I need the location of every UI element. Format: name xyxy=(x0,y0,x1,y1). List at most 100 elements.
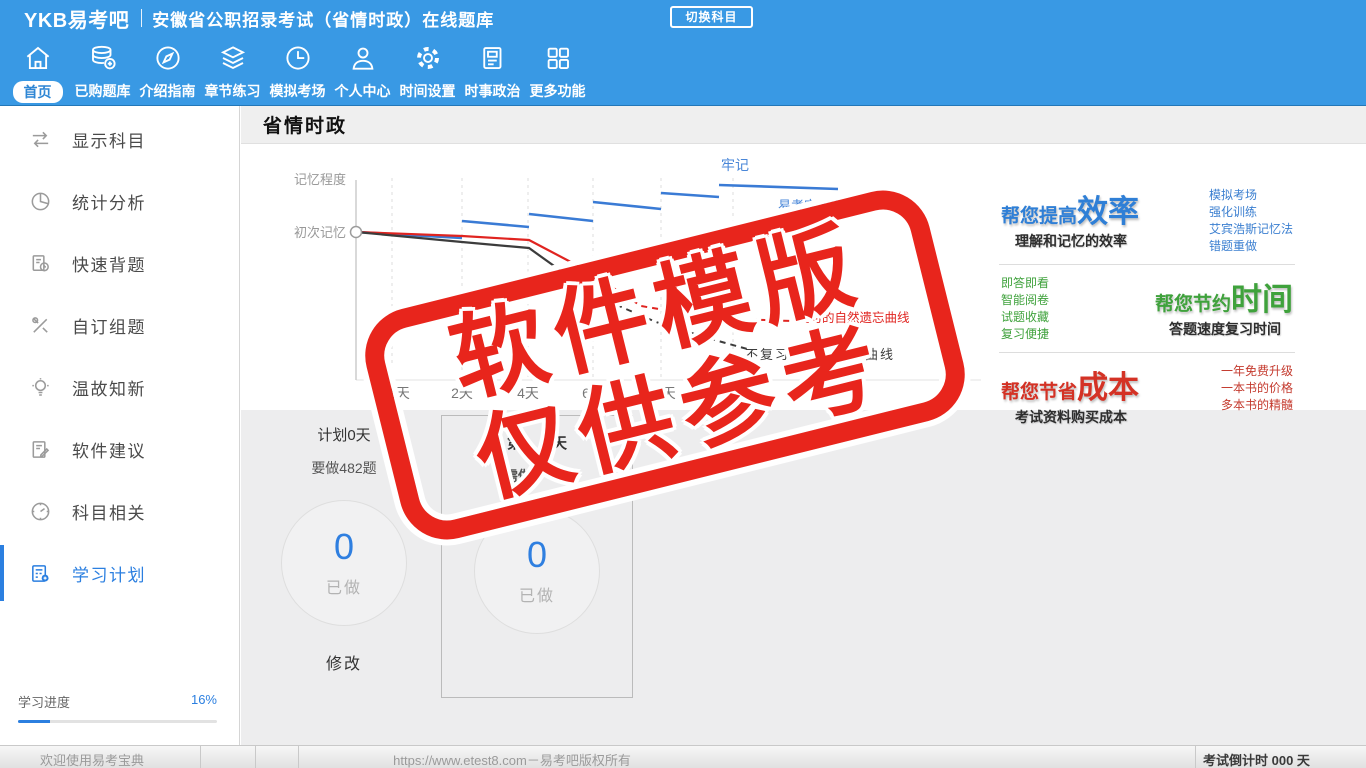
promo-divider xyxy=(999,352,1295,353)
sidebar-item-quick-memorize[interactable]: 快速背题 xyxy=(0,232,239,294)
promo-headline: 帮您节约时间 答题速度复习时间 xyxy=(1155,274,1293,339)
sidebar-item-label: 统计分析 xyxy=(72,189,146,214)
sidebar-item-show-subjects[interactable]: 显示科目 xyxy=(0,108,239,170)
toolbar-item-mock-exam[interactable]: 模拟考场 xyxy=(265,40,330,103)
main-toolbar: 首页 已购题库 介绍指南 章节练习 模拟考场 个人中心 xyxy=(5,40,590,103)
sidebar-item-custom-sets[interactable]: 自订组题 xyxy=(0,294,239,356)
toolbar-item-label: 已购题库 xyxy=(75,81,131,101)
progress-value: 16% xyxy=(191,692,217,711)
swap-icon xyxy=(28,127,52,151)
plan-icon xyxy=(28,561,52,585)
plan-total-questions: 要做482题 xyxy=(256,458,432,478)
promo-row-efficiency: 帮您提高效率 理解和记忆的效率 模拟考场 强化训练 艾宾浩斯记忆法 错题重做 xyxy=(997,184,1297,257)
clock-icon xyxy=(283,40,313,76)
bulb-icon xyxy=(28,375,52,399)
start-point-marker xyxy=(351,227,362,238)
toolbar-item-home[interactable]: 首页 xyxy=(5,40,70,103)
switch-subject-button[interactable]: 切换科目 xyxy=(670,6,753,28)
compass-icon xyxy=(153,40,183,76)
plan-summary-panel: 计划0天 要做482题 0 已做 修改 xyxy=(256,410,432,674)
x-tick-label: 2天 xyxy=(451,385,473,401)
sidebar-item-statistics[interactable]: 统计分析 xyxy=(0,170,239,232)
promo-feature-list: 即答即看 智能阅卷 试题收藏 复习便捷 xyxy=(1001,274,1049,343)
x-tick-label: 12天 xyxy=(646,385,676,401)
toolbar-item-time-settings[interactable]: 时间设置 xyxy=(395,40,460,103)
toolbar-item-label: 介绍指南 xyxy=(140,81,196,101)
day-suffix: 天 xyxy=(552,435,567,452)
sidebar-item-label: 快速背题 xyxy=(72,251,146,276)
review-method-line xyxy=(661,193,719,197)
toolbar-item-profile[interactable]: 个人中心 xyxy=(330,40,395,103)
done-count: 0 xyxy=(527,536,547,574)
x-tick-label: 6天 xyxy=(582,385,604,401)
today-day-title: 第天 xyxy=(442,416,632,453)
sidebar-item-review-old[interactable]: 温故知新 xyxy=(0,356,239,418)
first-memory-label: 初次记忆 xyxy=(294,225,346,240)
promo-subtitle: 理解和记忆的效率 xyxy=(1001,231,1139,251)
promo-headline-prefix: 帮您节约 xyxy=(1155,294,1231,315)
promo-subtitle: 答题速度复习时间 xyxy=(1155,319,1293,339)
review-method-line xyxy=(462,221,529,227)
statusbar-divider xyxy=(255,746,256,768)
promo-feature: 艾宾浩斯记忆法 xyxy=(1209,221,1293,238)
toolbar-item-label: 章节练习 xyxy=(205,81,261,101)
progress-bar xyxy=(18,720,217,723)
promo-panel: 帮您提高效率 理解和记忆的效率 模拟考场 强化训练 艾宾浩斯记忆法 错题重做 即… xyxy=(997,184,1297,429)
app-logo: YKB易考吧 xyxy=(24,4,129,33)
logo-separator xyxy=(141,9,142,27)
x-tick-label: 31天 xyxy=(718,385,748,401)
exam-countdown: 考试倒计时 000 天 xyxy=(1203,750,1310,768)
promo-headline-big: 成本 xyxy=(1077,370,1139,405)
home-icon xyxy=(23,40,53,76)
sidebar-item-software-feedback[interactable]: 软件建议 xyxy=(0,418,239,480)
sidebar-item-label: 自订组题 xyxy=(72,313,146,338)
news-icon xyxy=(478,40,508,76)
sidebar-item-subject-related[interactable]: 科目相关 xyxy=(0,480,239,542)
statusbar-divider xyxy=(1195,746,1196,768)
promo-divider xyxy=(999,264,1295,265)
tools-icon xyxy=(28,313,52,337)
promo-headline: 帮您提高效率 理解和记忆的效率 xyxy=(1001,186,1139,251)
promo-feature: 一本书的价格 xyxy=(1221,380,1293,397)
promo-feature: 模拟考场 xyxy=(1209,187,1293,204)
review-method-line xyxy=(529,214,593,221)
feedback-icon xyxy=(28,437,52,461)
toolbar-item-current-affairs[interactable]: 时事政治 xyxy=(460,40,525,103)
x-tick-label: 第1天 xyxy=(374,385,410,401)
promo-headline-prefix: 帮您节省 xyxy=(1001,382,1077,403)
promo-feature: 复习便捷 xyxy=(1001,326,1049,343)
toolbar-item-label: 模拟考场 xyxy=(270,81,326,101)
sidebar-item-study-plan[interactable]: 学习计划 xyxy=(0,542,239,604)
statusbar-welcome: 欢迎使用易考宝典 xyxy=(40,750,144,768)
subject-title: 省情时政 xyxy=(263,111,347,138)
top-bar: YKB易考吧 安徽省公职招录考试（省情时政）在线题库 切换科目 xyxy=(0,0,1366,36)
progress-label: 学习进度 xyxy=(18,692,70,711)
memory-curve-section: 第1天2天4天6天12天31天记忆程度初次记忆牢记易考宝典复习法复习的自然遗忘曲… xyxy=(241,144,1366,410)
toolbar-item-label: 首页 xyxy=(13,81,63,103)
toolbar-item-guide[interactable]: 介绍指南 xyxy=(135,40,200,103)
black-curve-label: 不复习的自然遗忘曲线 xyxy=(745,347,895,362)
promo-feature: 智能阅卷 xyxy=(1001,292,1049,309)
done-count-circle: 0 已做 xyxy=(474,508,600,634)
red-curve-label: 复习的自然遗忘曲线 xyxy=(797,310,910,325)
sidebar-item-label: 温故知新 xyxy=(72,375,146,400)
promo-headline-big: 时间 xyxy=(1231,282,1293,317)
toolbar-item-label: 时事政治 xyxy=(465,81,521,101)
promo-feature: 强化训练 xyxy=(1209,204,1293,221)
toolbar-item-more[interactable]: 更多功能 xyxy=(525,40,590,103)
day-prefix: 第 xyxy=(507,435,522,452)
layers-icon xyxy=(218,40,248,76)
sidebar-item-label: 科目相关 xyxy=(72,499,146,524)
review-method-line xyxy=(719,185,838,189)
grid-icon xyxy=(543,40,573,76)
toolbar-item-purchased-banks[interactable]: 已购题库 xyxy=(70,40,135,103)
subject-title-bar: 省情时政 xyxy=(241,106,1366,144)
toolbar-item-chapter-practice[interactable]: 章节练习 xyxy=(200,40,265,103)
user-icon xyxy=(348,40,378,76)
forgetting-curve-black-dashed xyxy=(596,296,751,350)
toolbar-item-label: 更多功能 xyxy=(530,81,586,101)
modify-plan-button[interactable]: 修改 xyxy=(326,650,362,674)
status-bar: 欢迎使用易考宝典 https://www.etest8.com－易考吧版权所有 … xyxy=(0,745,1366,768)
done-label: 已做 xyxy=(326,574,362,598)
app-title: 安徽省公职招录考试（省情时政）在线题库 xyxy=(152,6,494,31)
